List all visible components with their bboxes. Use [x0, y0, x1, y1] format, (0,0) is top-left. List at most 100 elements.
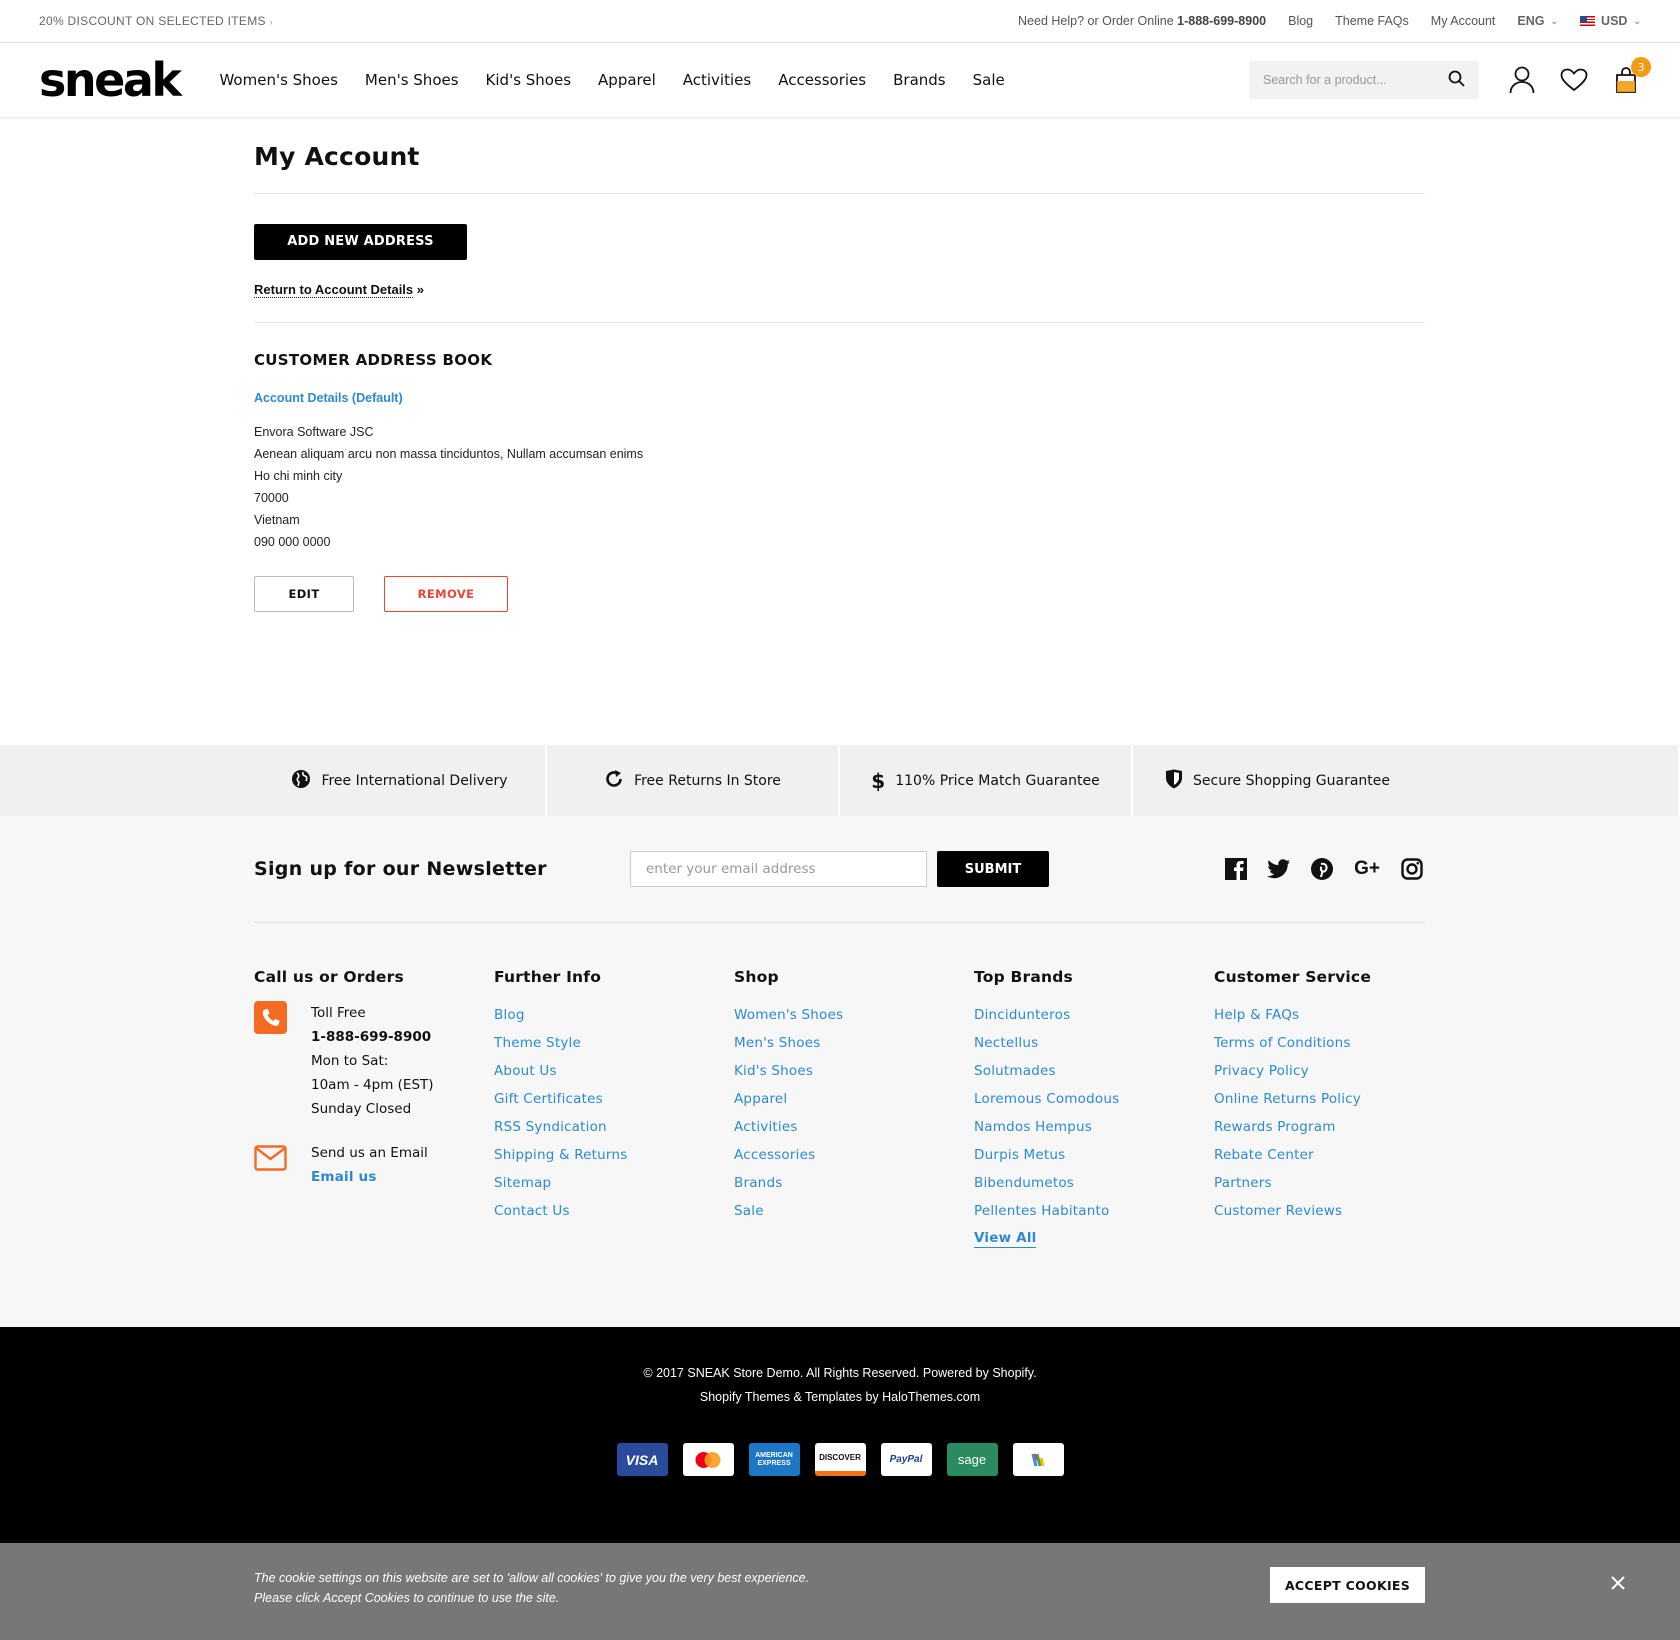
hours-line: Mon to Sat:: [311, 1053, 389, 1069]
footer-link[interactable]: Nectellus: [974, 1029, 1214, 1057]
feature-secure: Secure Shopping Guarantee: [1133, 745, 1678, 816]
top-link-blog[interactable]: Blog: [1288, 14, 1313, 28]
footer-link[interactable]: Durpis Metus: [974, 1141, 1214, 1169]
facebook-icon[interactable]: [1223, 856, 1249, 882]
cookie-line: The cookie settings on this website are …: [254, 1571, 810, 1585]
logo[interactable]: sneak: [39, 57, 182, 103]
help-text: Need Help? or Order Online 1-888-699-890…: [1018, 14, 1267, 28]
add-new-address-button[interactable]: ADD NEW ADDRESS: [254, 224, 467, 260]
language-select[interactable]: ENG ⌄: [1517, 14, 1558, 28]
visa-icon: VISA: [616, 1443, 668, 1476]
footer-link[interactable]: Contact Us: [494, 1197, 734, 1225]
footer-link[interactable]: Namdos Hempus: [974, 1113, 1214, 1141]
edit-address-button[interactable]: EDIT: [254, 576, 354, 612]
hours-line: Sunday Closed: [311, 1101, 412, 1117]
nav-kids-shoes[interactable]: Kid's Shoes: [486, 71, 571, 89]
footer-link[interactable]: Women's Shoes: [734, 1001, 974, 1029]
instagram-icon[interactable]: [1399, 856, 1425, 882]
footer: Sign up for our Newsletter enter your em…: [0, 816, 1680, 1327]
main-nav: Women's Shoes Men's Shoes Kid's Shoes Ap…: [219, 71, 1004, 89]
top-link-theme-faqs[interactable]: Theme FAQs: [1335, 14, 1409, 28]
wishlist-heart-icon[interactable]: [1559, 65, 1589, 95]
address-city: Ho chi minh city: [254, 469, 343, 483]
nav-mens-shoes[interactable]: Men's Shoes: [365, 71, 459, 89]
pinterest-icon[interactable]: [1309, 856, 1335, 882]
cookie-line: Please click Accept Cookies to continue …: [254, 1591, 560, 1605]
footer-link[interactable]: Partners: [1214, 1169, 1454, 1197]
footer-link[interactable]: Sale: [734, 1197, 974, 1225]
footer-link[interactable]: Terms of Conditions: [1214, 1029, 1454, 1057]
footer-link[interactable]: Brands: [734, 1169, 974, 1197]
cart-icon[interactable]: 3: [1611, 57, 1651, 95]
address-street: Aenean aliquam arcu non massa tincidunto…: [254, 447, 644, 461]
footer-col-contact: Call us or Orders Toll Free 1-888-699-89…: [254, 968, 494, 1248]
footer-link[interactable]: Gift Certificates: [494, 1085, 734, 1113]
accept-cookies-button[interactable]: ACCEPT COOKIES: [1270, 1567, 1425, 1603]
google-plus-icon[interactable]: G+: [1352, 856, 1382, 882]
footer-link[interactable]: Customer Reviews: [1214, 1197, 1454, 1225]
nav-accessories[interactable]: Accessories: [778, 71, 866, 89]
nav-activities[interactable]: Activities: [683, 71, 751, 89]
footer-link[interactable]: Shipping & Returns: [494, 1141, 734, 1169]
feature-price-match: $ 110% Price Match Guarantee: [840, 745, 1133, 816]
footer-link[interactable]: Bibendumetos: [974, 1169, 1214, 1197]
footer-link[interactable]: Rewards Program: [1214, 1113, 1454, 1141]
features-bar: Free International Delivery Free Returns…: [0, 745, 1678, 816]
social-links: G+: [1223, 856, 1425, 882]
shield-icon: [1165, 769, 1183, 793]
cookie-message: The cookie settings on this website are …: [254, 1568, 809, 1608]
sage-icon: sage: [946, 1443, 998, 1476]
bottom-bar: © 2017 SNEAK Store Demo. All Rights Rese…: [0, 1327, 1680, 1543]
footer-link[interactable]: Online Returns Policy: [1214, 1085, 1454, 1113]
footer-link[interactable]: Men's Shoes: [734, 1029, 974, 1057]
search-input[interactable]: [1263, 73, 1433, 87]
footer-link[interactable]: Accessories: [734, 1141, 974, 1169]
footer-link[interactable]: About Us: [494, 1057, 734, 1085]
footer-col-top-brands: Top Brands Dincidunteros Nectellus Solut…: [974, 968, 1214, 1248]
nav-womens-shoes[interactable]: Women's Shoes: [219, 71, 337, 89]
footer-link[interactable]: Theme Style: [494, 1029, 734, 1057]
account-icon[interactable]: [1507, 65, 1537, 95]
credits-text: Shopify Themes & Templates by HaloThemes…: [699, 1390, 981, 1404]
newsletter-submit-button[interactable]: SUBMIT: [937, 851, 1049, 887]
footer-link[interactable]: Loremous Comodous: [974, 1085, 1214, 1113]
feature-label: Free Returns In Store: [634, 772, 781, 789]
return-to-account-link[interactable]: Return to Account Details »: [254, 282, 424, 298]
footer-link[interactable]: Privacy Policy: [1214, 1057, 1454, 1085]
footer-link[interactable]: Activities: [734, 1113, 974, 1141]
currency-select[interactable]: USD ⌄: [1580, 14, 1641, 28]
envelope-icon: [254, 1141, 287, 1174]
remove-address-button[interactable]: REMOVE: [384, 576, 508, 612]
footer-link[interactable]: Solutmades: [974, 1057, 1214, 1085]
twitter-icon[interactable]: [1266, 856, 1292, 882]
view-all-brands-link[interactable]: View All: [974, 1229, 1037, 1248]
email-us-link[interactable]: Email us: [311, 1165, 428, 1189]
footer-link[interactable]: Sitemap: [494, 1169, 734, 1197]
address-block: Envora Software JSC Aenean aliquam arcu …: [254, 421, 1425, 553]
footer-link[interactable]: Apparel: [734, 1085, 974, 1113]
help-phone: 1-888-699-8900: [1177, 14, 1267, 28]
nav-brands[interactable]: Brands: [893, 71, 946, 89]
footer-link[interactable]: Pellentes Habitanto: [974, 1197, 1214, 1225]
footer-link[interactable]: Help & FAQs: [1214, 1001, 1454, 1029]
footer-link[interactable]: RSS Syndication: [494, 1113, 734, 1141]
footer-link[interactable]: Blog: [494, 1001, 734, 1029]
cookie-banner: The cookie settings on this website are …: [0, 1543, 1680, 1640]
footer-col-shop: Shop Women's Shoes Men's Shoes Kid's Sho…: [734, 968, 974, 1248]
newsletter-email-input[interactable]: enter your email address: [630, 851, 927, 887]
nav-sale[interactable]: Sale: [973, 71, 1005, 89]
cart-count-badge: 3: [1631, 57, 1651, 77]
feature-label: 110% Price Match Guarantee: [895, 772, 1100, 789]
footer-col-title: Further Info: [494, 968, 602, 986]
footer-columns: Call us or Orders Toll Free 1-888-699-89…: [254, 968, 1454, 1248]
nav-apparel[interactable]: Apparel: [598, 71, 656, 89]
footer-link[interactable]: Rebate Center: [1214, 1141, 1454, 1169]
search-icon[interactable]: [1448, 70, 1465, 91]
promo-link[interactable]: 20% DISCOUNT ON SELECTED ITEMS ›: [39, 14, 273, 28]
feature-returns: Free Returns In Store: [547, 745, 840, 816]
footer-link[interactable]: Kid's Shoes: [734, 1057, 974, 1085]
top-link-my-account[interactable]: My Account: [1431, 14, 1496, 28]
main-header: sneak Women's Shoes Men's Shoes Kid's Sh…: [0, 43, 1680, 118]
close-icon[interactable]: [1608, 1573, 1628, 1593]
footer-link[interactable]: Dincidunteros: [974, 1001, 1214, 1029]
